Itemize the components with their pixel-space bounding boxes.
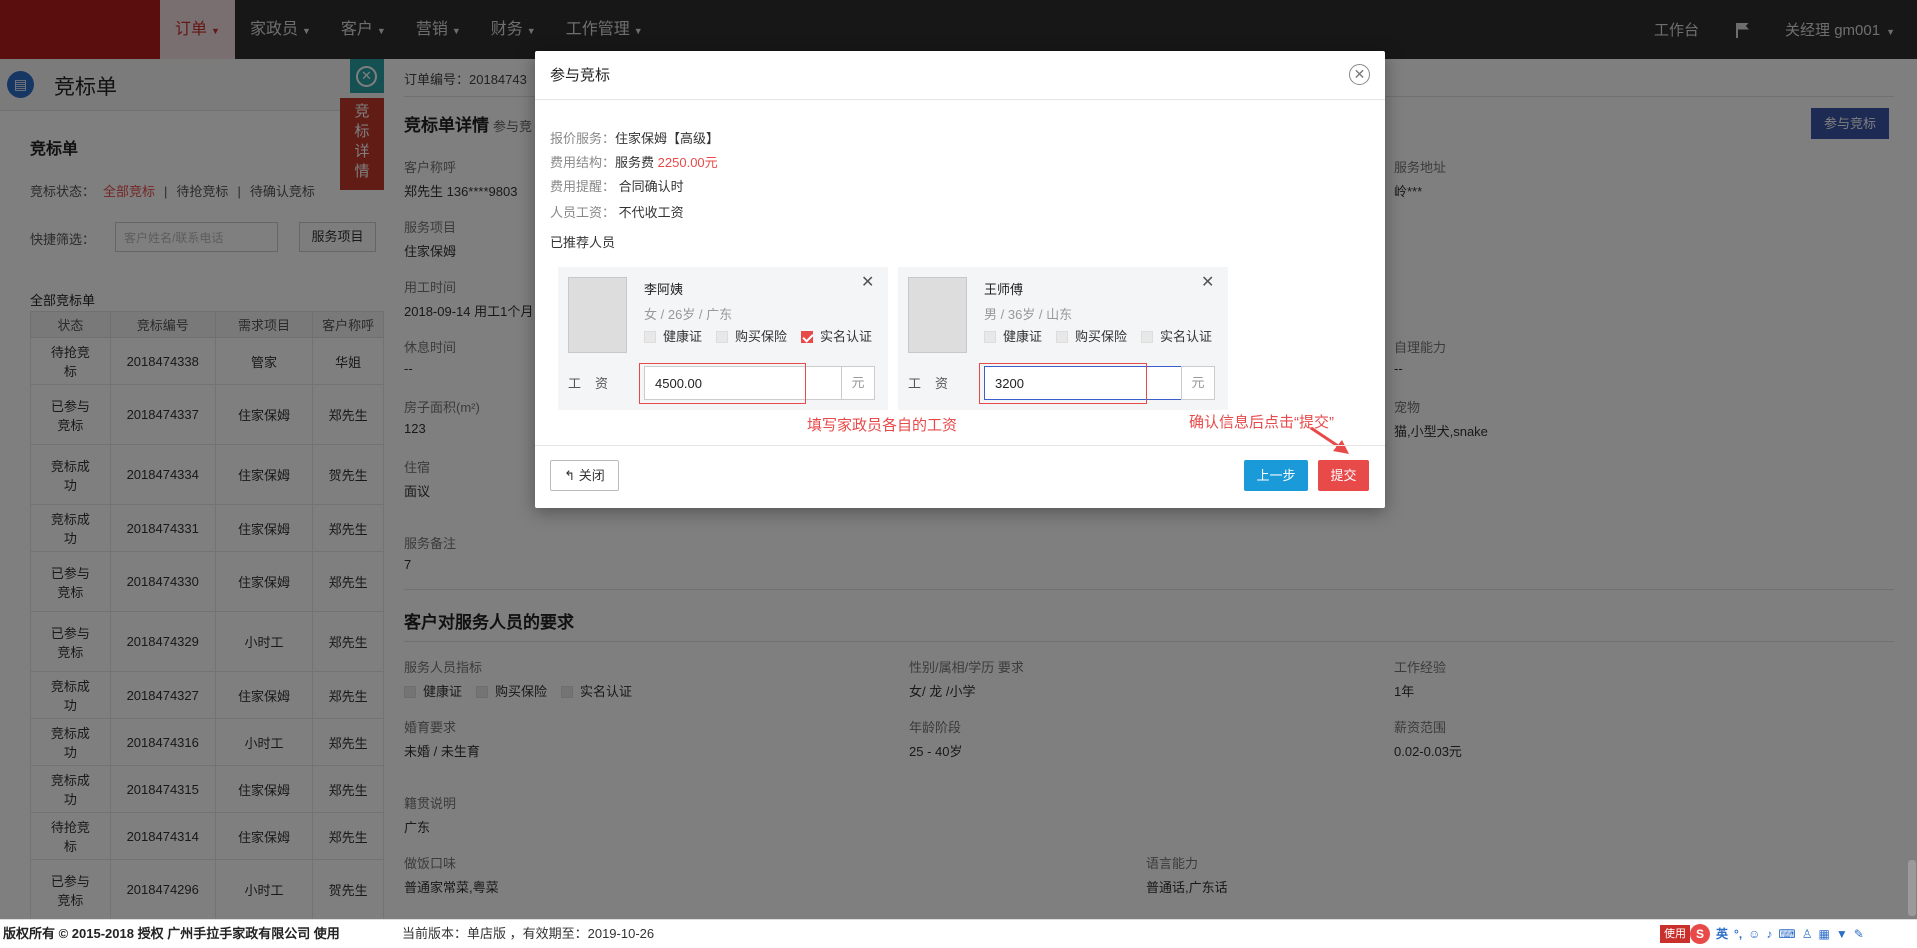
close-button[interactable]: ↰ 关闭 — [550, 460, 619, 491]
cert-label: 健康证 — [663, 329, 703, 344]
cert-insurance: 购买保险 — [1056, 329, 1127, 344]
recommended-label: 已推荐人员 — [550, 232, 615, 251]
punctuation-icon[interactable]: °, — [1734, 920, 1742, 948]
wrench-icon[interactable]: ✎ — [1854, 920, 1864, 948]
checkbox-icon — [1141, 331, 1154, 343]
wage-unit: 元 — [841, 366, 875, 400]
submit-button[interactable]: 提交 — [1318, 460, 1369, 491]
worker-certs: 健康证 购买保险 实名认证 — [984, 326, 1226, 345]
fee-row: 费用结构：服务费 2250.00元 — [550, 152, 718, 171]
cert-label: 实名认证 — [1160, 329, 1213, 344]
worker-name: 王师傅 — [984, 282, 1024, 297]
quote-value: 住家保姆【高级】 — [615, 131, 720, 146]
remind-value: 合同确认时 — [618, 179, 684, 194]
quote-label: 报价服务： — [550, 131, 616, 146]
checkbox-icon — [1056, 331, 1069, 343]
copyright-text: 版权所有 © 2015-2018 授权 广州手拉手家政有限公司 使用 — [3, 926, 340, 941]
cert-insurance: 购买保险 — [716, 329, 787, 344]
wage-label: 工资 — [568, 376, 623, 391]
recommended-text: 已推荐人员 — [550, 235, 616, 250]
cert-label: 购买保险 — [735, 329, 788, 344]
annotation-wage: 填写家政员各自的工资 — [807, 417, 958, 434]
highlight-box — [639, 363, 806, 404]
divider — [535, 99, 1385, 100]
checkbox-checked-icon — [801, 331, 814, 343]
modal-title: 参与竞标 — [550, 67, 611, 84]
close-icon[interactable]: ✕ — [1349, 64, 1370, 85]
worker-photo — [568, 277, 627, 353]
footer: 版权所有 © 2015-2018 授权 广州手拉手家政有限公司 使用 当前版本：… — [0, 919, 1917, 948]
cert-realname: 实名认证 — [801, 329, 872, 344]
user-icon[interactable]: ♙ — [1802, 920, 1813, 948]
wage-unit: 元 — [1181, 366, 1215, 400]
worker-name: 李阿姨 — [644, 282, 684, 297]
remind-label: 费用提醒： — [550, 179, 616, 194]
emoji-icon[interactable]: ☺ — [1748, 920, 1760, 948]
fee-label: 费用结构： — [550, 155, 616, 170]
remove-worker-icon[interactable]: ✕ — [1201, 272, 1214, 292]
close-button-label: 关闭 — [578, 468, 605, 483]
checkbox-icon — [984, 331, 996, 343]
join-bid-modal: 参与竞标 ✕ 报价服务：住家保姆【高级】 费用结构：服务费 2250.00元 费… — [535, 51, 1385, 508]
fee-prefix: 服务费 — [615, 155, 655, 170]
cert-health: 健康证 — [984, 329, 1042, 344]
microphone-icon[interactable]: ♪ — [1766, 920, 1772, 948]
wage-policy-label: 人员工资： — [550, 205, 616, 220]
worker-photo — [908, 277, 967, 353]
arrow-icon — [1310, 426, 1349, 454]
ime-lang[interactable]: 英 — [1716, 920, 1728, 948]
ime-toolbar: 使用 S 英 °, ☺ ♪ ⌨ ♙ ▦ ▼ ✎ — [1660, 924, 1864, 944]
keyboard-icon[interactable]: ⌨ — [1778, 920, 1795, 948]
shirt-icon[interactable]: ▼ — [1836, 920, 1848, 948]
checkbox-icon — [644, 331, 656, 343]
prev-step-button[interactable]: 上一步 — [1244, 460, 1308, 491]
remind-row: 费用提醒： 合同确认时 — [550, 176, 684, 195]
cert-realname: 实名认证 — [1141, 329, 1212, 344]
remove-worker-icon[interactable]: ✕ — [861, 272, 874, 292]
version-text: 当前版本：单店版 ，有效期至：2019-10-26 — [402, 926, 655, 941]
divider — [535, 445, 1385, 446]
worker-meta: 女 / 26岁 / 广东 — [644, 307, 733, 322]
wage-row: 人员工资： 不代收工资 — [550, 202, 684, 221]
quote-row: 报价服务：住家保姆【高级】 — [550, 128, 719, 147]
highlight-box — [979, 363, 1147, 404]
checkbox-icon — [716, 331, 729, 343]
sogou-icon[interactable]: S — [1690, 924, 1710, 944]
cert-label: 健康证 — [1003, 329, 1043, 344]
grid-icon[interactable]: ▦ — [1819, 920, 1830, 948]
reply-icon: ↰ — [564, 468, 576, 483]
cert-label: 购买保险 — [1075, 329, 1128, 344]
fee-amount: 2250.00元 — [657, 155, 718, 170]
cert-health: 健康证 — [644, 329, 702, 344]
wage-label: 工资 — [908, 376, 963, 391]
cert-label: 实名认证 — [820, 329, 873, 344]
worker-meta: 男 / 36岁 / 山东 — [984, 307, 1073, 322]
worker-certs: 健康证 购买保险 实名认证 — [644, 326, 886, 345]
wage-policy-value: 不代收工资 — [618, 205, 684, 220]
ime-label: 使用 — [1660, 925, 1690, 943]
scrollbar-thumb[interactable] — [1908, 860, 1916, 916]
